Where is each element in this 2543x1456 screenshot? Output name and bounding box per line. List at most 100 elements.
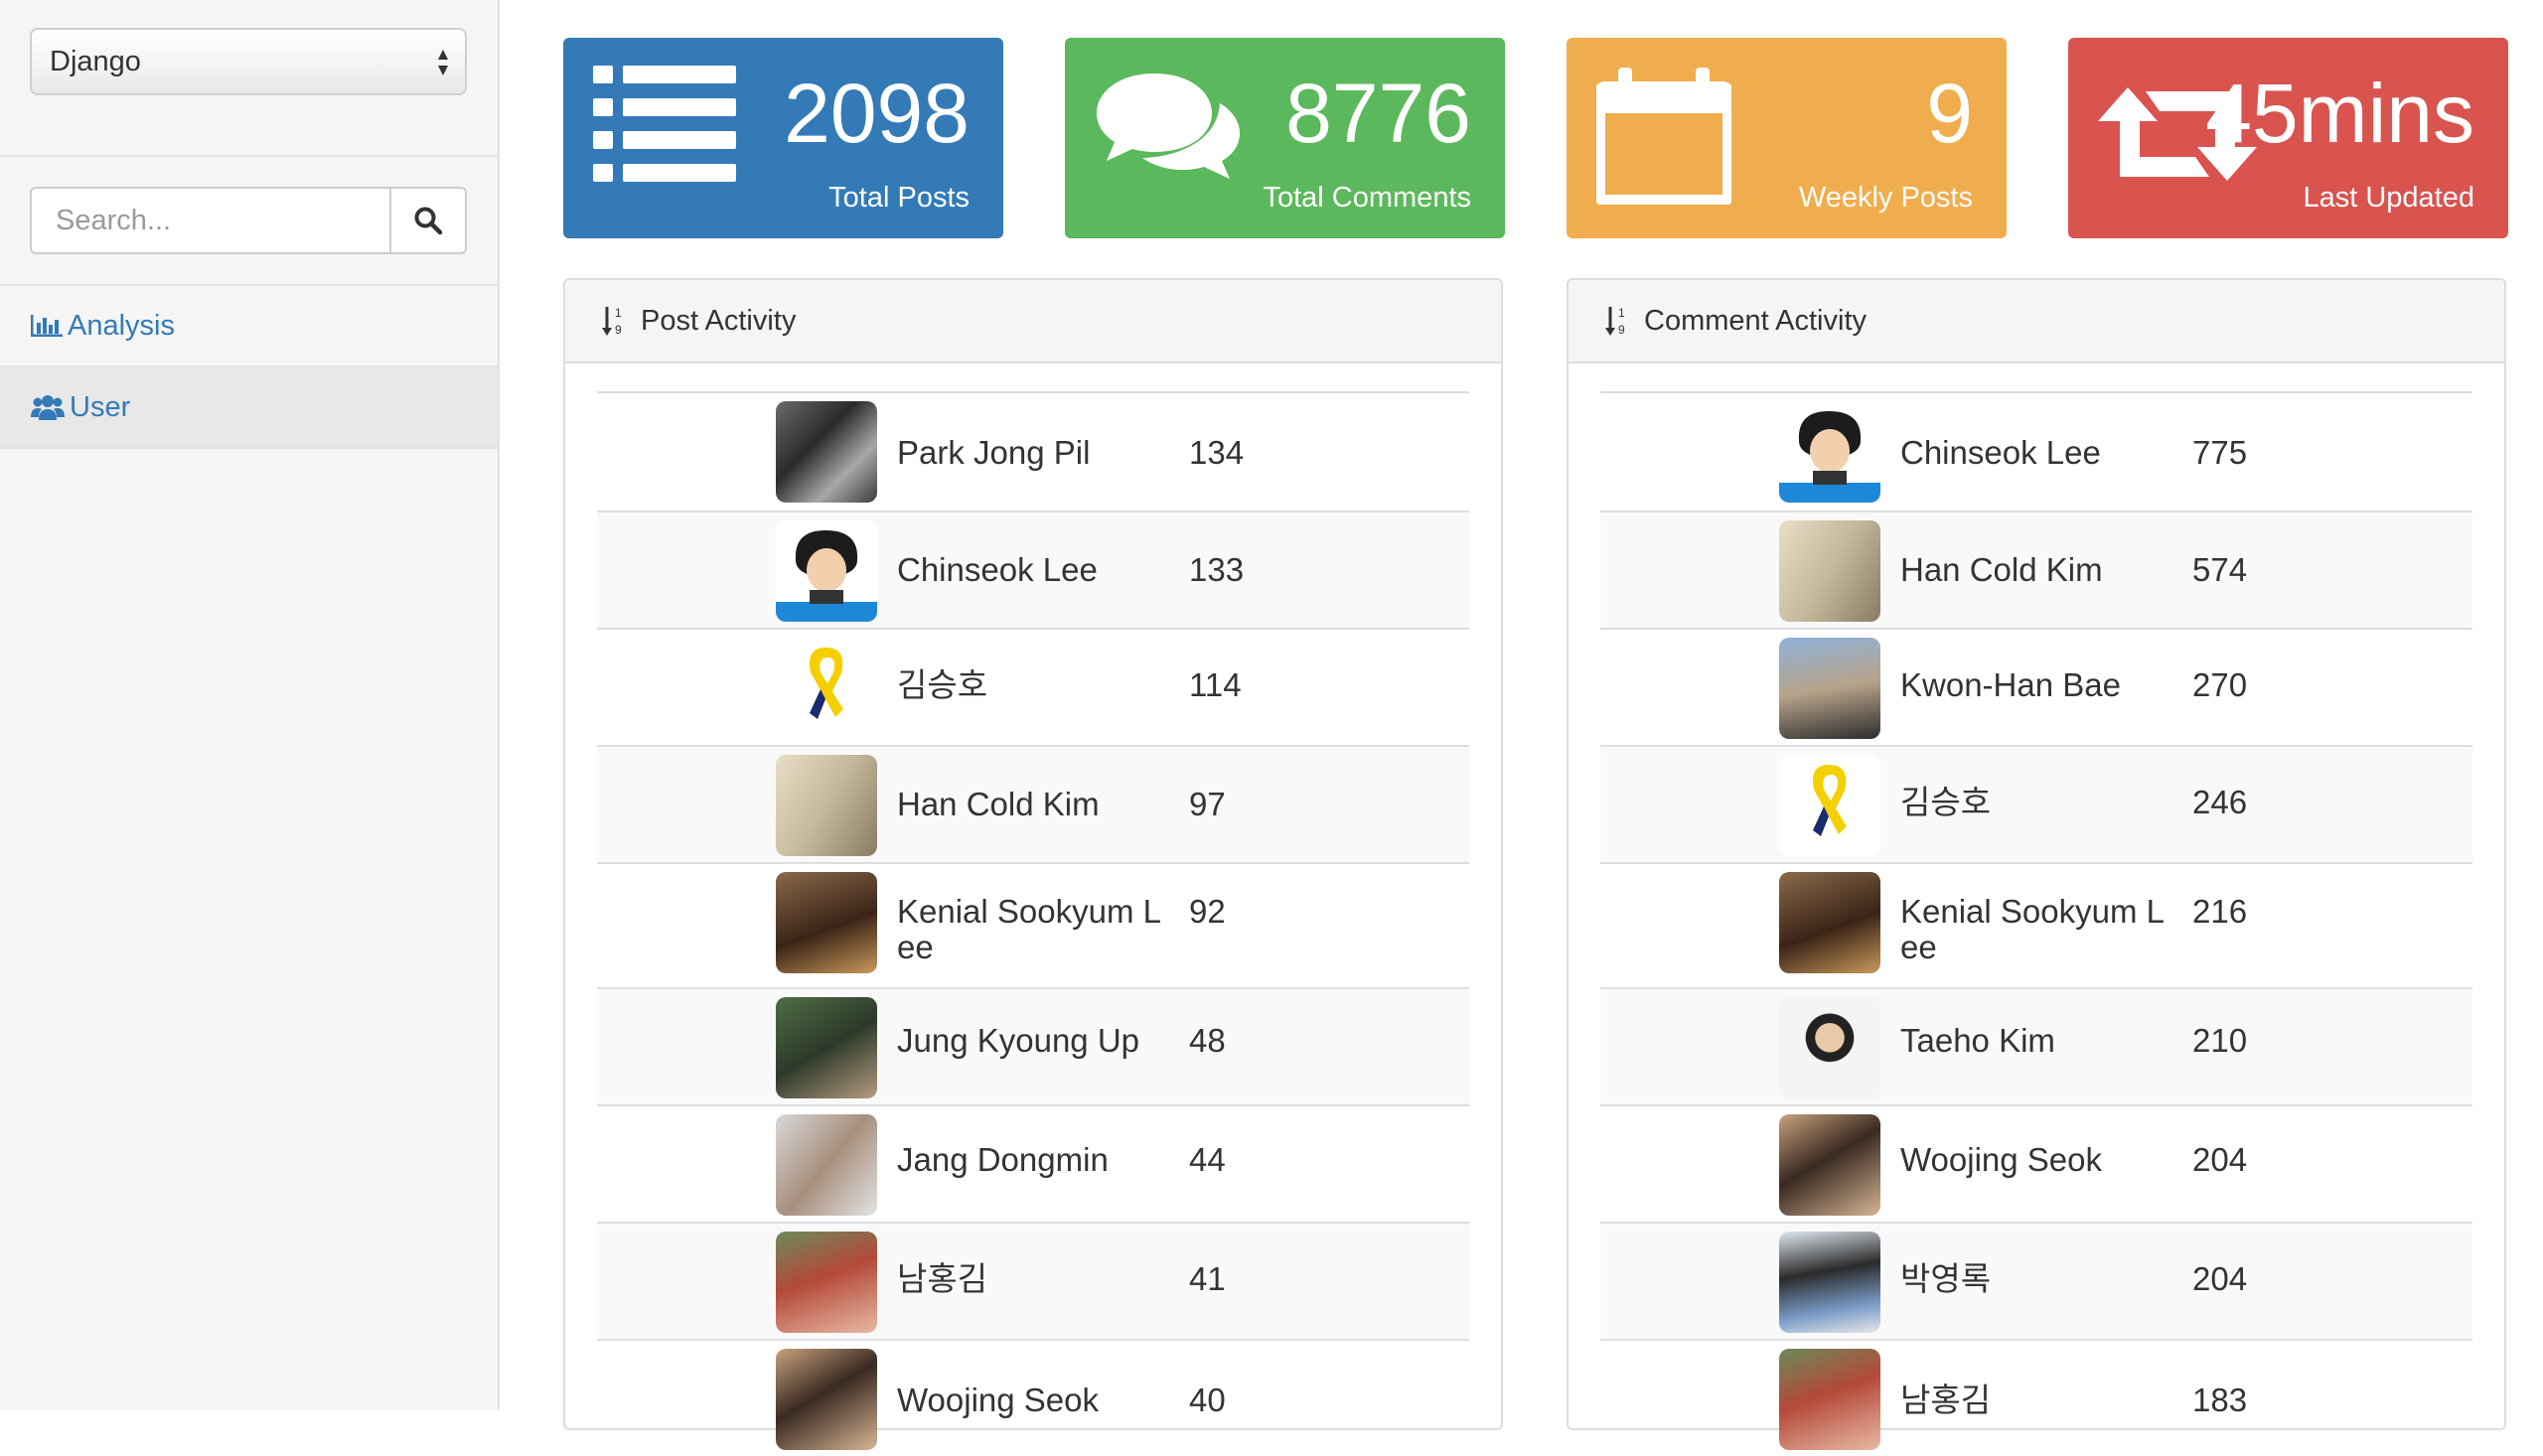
user-count: 48: [1189, 1022, 1226, 1059]
avatar-ribbon-icon: [810, 648, 843, 719]
avatar: [776, 1349, 877, 1450]
table-row: Han Cold Kim 97: [597, 745, 1469, 862]
user-count: 44: [1189, 1141, 1226, 1178]
user-name: Kenial Sookyum Lee: [897, 893, 1161, 965]
user-count: 246: [2192, 784, 2248, 820]
avatar: [1779, 1349, 1880, 1450]
table-row: Jung Kyoung Up 48: [597, 987, 1469, 1104]
sidebar: Django Analysis: [0, 0, 500, 1410]
stat-label: Weekly Posts: [1798, 182, 1973, 214]
avatar: [1779, 755, 1880, 856]
category-select[interactable]: Django: [30, 28, 467, 95]
stat-label: Total Posts: [828, 182, 970, 214]
user-count: 114: [1189, 666, 1242, 703]
avatar-cartoon-icon: [1779, 411, 1880, 503]
user-count: 574: [2192, 551, 2248, 588]
nav-item-label: Analysis: [68, 309, 175, 342]
avatar: [776, 997, 877, 1098]
nav-item-analysis[interactable]: Analysis: [0, 286, 498, 367]
table-row: Park Jong Pil 134: [597, 391, 1469, 510]
table-row: Kenial Sookyum Lee 92: [597, 862, 1469, 987]
bar-chart-icon: [31, 315, 63, 337]
user-count: 92: [1189, 893, 1226, 930]
table-row: Kenial Sookyum Lee 216: [1600, 862, 2472, 987]
stat-label: Total Comments: [1263, 182, 1471, 214]
user-name: Kenial Sookyum Lee: [1900, 893, 2165, 965]
svg-text:1: 1: [1618, 306, 1625, 320]
user-name: Woojing Seok: [897, 1382, 1100, 1418]
avatar: [776, 638, 877, 739]
user-name: Han Cold Kim: [1900, 551, 2103, 588]
svg-text:9: 9: [615, 323, 622, 337]
user-name: Han Cold Kim: [897, 786, 1100, 822]
search-input[interactable]: [30, 187, 391, 254]
post-activity-table: Park Jong Pil 134 Chinseok Lee 133 김승호 1…: [597, 391, 1469, 1456]
user-count: 204: [2192, 1141, 2248, 1178]
avatar: [776, 755, 877, 856]
stat-value: 45mins: [2205, 67, 2474, 160]
comment-activity-panel: 1 9 Comment Activity Chinseok Lee 775 Ha…: [1567, 278, 2506, 1450]
table-row: 박영록 204: [1600, 1222, 2472, 1339]
table-row: Chinseok Lee 133: [597, 510, 1469, 628]
avatar: [1779, 638, 1880, 739]
user-count: 134: [1189, 434, 1245, 471]
list-icon: [593, 66, 736, 182]
user-count: 133: [1189, 551, 1245, 588]
post-activity-panel: 1 9 Post Activity Park Jong Pil 134 Chin…: [563, 278, 1503, 1450]
avatar: [1779, 520, 1880, 622]
user-count: 41: [1189, 1260, 1226, 1297]
avatar: [776, 401, 877, 503]
table-row: 남홍김 41: [597, 1222, 1469, 1339]
table-row: 김승호 114: [597, 628, 1469, 745]
table-row: 김승호 246: [1600, 745, 2472, 862]
category-select-section: Django: [0, 0, 498, 157]
table-row: Jang Dongmin 44: [597, 1104, 1469, 1222]
avatar-ribbon-icon: [1813, 765, 1847, 836]
avatar: [1779, 872, 1880, 973]
panel-title: Post Activity: [641, 304, 797, 337]
table-row: 남홍김 183: [1600, 1339, 2472, 1456]
avatar: [776, 1114, 877, 1216]
user-name: 김승호: [1900, 784, 1992, 820]
calendar-icon: [1596, 68, 1731, 205]
search-button[interactable]: [389, 187, 467, 254]
table-row: Chinseok Lee 775: [1600, 391, 2472, 510]
user-name: 박영록: [1900, 1260, 1992, 1297]
avatar-cartoon-icon: [776, 530, 877, 622]
stat-total-posts: 2098 Total Posts: [563, 38, 1003, 238]
stat-value: 2098: [784, 67, 970, 160]
user-name: Taeho Kim: [1900, 1022, 2055, 1059]
search-icon: [414, 207, 443, 235]
category-select-value: Django: [50, 45, 141, 77]
stat-total-comments: 8776 Total Comments: [1065, 38, 1505, 238]
table-row: Woojing Seok 204: [1600, 1104, 2472, 1222]
table-row: Kwon-Han Bae 270: [1600, 628, 2472, 745]
sort-numeric-icon: 1 9: [1605, 306, 1625, 337]
user-name: Jang Dongmin: [897, 1141, 1109, 1178]
user-count: 210: [2192, 1022, 2248, 1059]
avatar: [1779, 1114, 1880, 1216]
user-name: Jung Kyoung Up: [897, 1022, 1140, 1059]
user-count: 204: [2192, 1260, 2248, 1297]
comments-icon: [1097, 73, 1240, 179]
avatar: [1779, 401, 1880, 503]
avatar: [776, 1232, 877, 1333]
user-count: 40: [1189, 1382, 1226, 1418]
nav-item-label: User: [70, 390, 131, 423]
avatar: [776, 520, 877, 622]
table-row: Taeho Kim 210: [1600, 987, 2472, 1104]
user-count: 775: [2192, 434, 2248, 471]
user-count: 97: [1189, 786, 1226, 822]
comment-activity-table: Chinseok Lee 775 Han Cold Kim 574 Kwon-H…: [1600, 391, 2472, 1456]
stat-last-updated: 45mins Last Updated: [2068, 38, 2508, 238]
avatar: [776, 872, 877, 973]
table-row: Woojing Seok 40: [597, 1339, 1469, 1456]
stat-value: 9: [1926, 67, 1973, 160]
user-name: 남홍김: [897, 1260, 988, 1297]
users-icon: [31, 395, 65, 420]
panel-title: Comment Activity: [1644, 304, 1867, 337]
stat-label: Last Updated: [2303, 182, 2474, 214]
stat-weekly-posts: 9 Weekly Posts: [1567, 38, 2007, 238]
nav-item-user[interactable]: User: [0, 367, 498, 449]
user-name: Park Jong Pil: [897, 434, 1091, 471]
